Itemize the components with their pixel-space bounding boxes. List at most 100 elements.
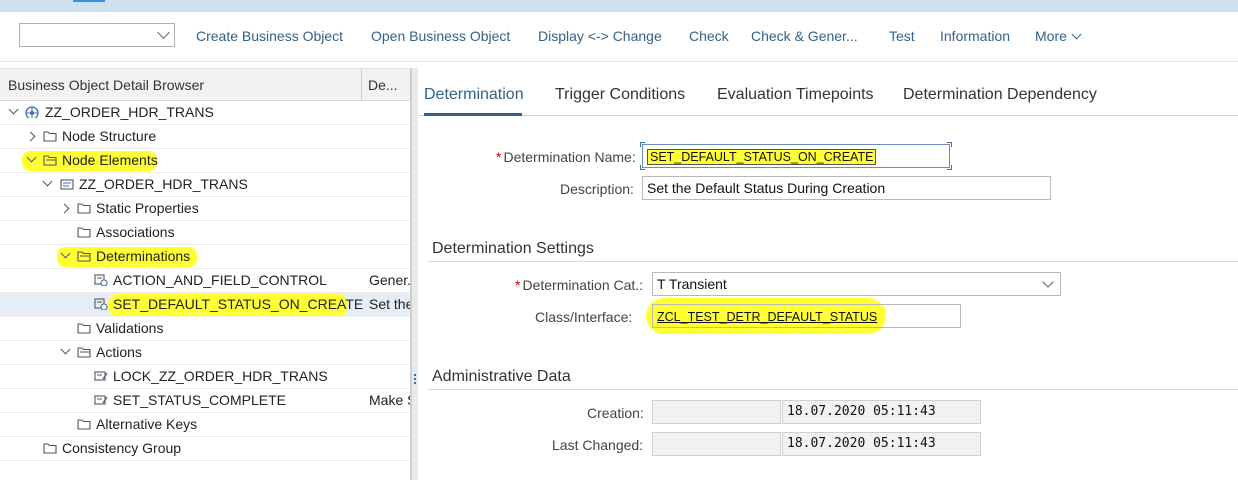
check-button[interactable]: Check [689,28,729,44]
test-button[interactable]: Test [889,28,915,44]
more-button-label: More [1035,28,1067,44]
focus-corner [640,142,645,147]
tree-row-label: SET_DEFAULT_STATUS_ON_CREATE [113,296,363,312]
determination-icon [94,274,108,286]
tree-row-label: Determinations [96,248,191,264]
last-changed-label: Last Changed: [552,437,644,453]
tree-row[interactable]: Node Structure [0,125,410,149]
tree-row-selected[interactable]: SET_DEFAULT_STATUS_ON_CREATE Set the [0,293,410,317]
tree-row-description: Gener... [369,272,411,288]
shell-header-bar [0,0,1238,12]
determination-category-label: * Determination Cat.: [515,277,643,293]
determination-name-label-text: Determination Name: [503,149,636,165]
chevron-down-icon [1042,276,1054,288]
browser-header-description-column[interactable]: De... [368,77,398,93]
tree-row[interactable]: ZZ_ORDER_HDR_TRANS [0,101,410,125]
administrative-data-title: Administrative Data [432,368,571,385]
tree-row[interactable]: ACTION_AND_FIELD_CONTROL Gener... [0,269,411,293]
folder-icon [43,131,57,142]
class-interface-value: ZCL_TEST_DETR_DEFAULT_STATUS [657,310,878,324]
determination-settings-title: Determination Settings [432,240,594,257]
class-interface-field[interactable]: ZCL_TEST_DETR_DEFAULT_STATUS [652,304,961,328]
description-field[interactable]: Set the Default Status During Creation [642,176,1051,200]
tree-row[interactable]: Consistency Group [0,437,410,461]
information-button[interactable]: Information [940,28,1010,44]
tab-evaluation-timepoints[interactable]: Evaluation Timepoints [717,86,874,104]
open-folder-icon [77,251,91,262]
tree-row-label: Validations [96,320,164,336]
column-resize-handle[interactable] [361,69,362,101]
tree-row[interactable]: Actions [0,341,410,365]
tree-row-label: SET_STATUS_COMPLETE [113,392,286,408]
more-button[interactable]: More [1035,28,1082,44]
tree-row-label: Node Structure [62,128,157,144]
changed-date-field: 18.07.2020 05:11:43 [782,432,981,456]
tree-row-label: Consistency Group [62,440,182,456]
tab-determination-dependency[interactable]: Determination Dependency [903,86,1097,104]
tree-row-label: LOCK_ZZ_ORDER_HDR_TRANS [113,368,328,384]
detail-tab-strip: Determination Trigger Conditions Evaluat… [418,68,1238,116]
focus-corner [640,165,645,170]
shell-header-accent [73,0,105,2]
class-interface-label: Class/Interface: [535,309,633,325]
folder-icon [77,203,91,214]
creation-user-field [652,400,781,424]
detail-browser-panel: Business Object Detail Browser De... ZZ_… [0,68,411,480]
action-icon [94,371,108,381]
toolbar-dropdown[interactable] [19,23,175,47]
tree-row[interactable]: SET_STATUS_COMPLETE Make S [0,389,410,413]
required-marker: * [515,277,521,293]
description-label: Description: [560,181,634,197]
application-toolbar: Create Business Object Open Business Obj… [0,12,1238,62]
tree-row-label: ACTION_AND_FIELD_CONTROL [113,272,327,288]
changed-user-field [652,432,781,456]
tree-row-label: ZZ_ORDER_HDR_TRANS [79,176,248,192]
open-business-object-button[interactable]: Open Business Object [371,28,510,44]
tree-row[interactable]: ZZ_ORDER_HDR_TRANS [0,173,410,197]
action-icon [94,395,108,405]
check-generate-button[interactable]: Check & Gener... [751,28,858,44]
tree-row[interactable]: LOCK_ZZ_ORDER_HDR_TRANS [0,365,410,389]
creation-date-field: 18.07.2020 05:11:43 [782,400,981,424]
create-business-object-button[interactable]: Create Business Object [196,28,343,44]
determination-name-value: SET_DEFAULT_STATUS_ON_CREATE [647,149,877,165]
tree-row-label: Associations [96,224,175,240]
tree-row[interactable]: Node Elements [0,149,410,173]
tree-row[interactable]: Associations [0,221,410,245]
determination-category-label-text: Determination Cat.: [522,277,644,293]
tree-row[interactable]: Validations [0,317,410,341]
tab-trigger-conditions[interactable]: Trigger Conditions [555,86,685,104]
determination-icon [94,298,108,310]
expand-icon[interactable] [59,203,70,214]
tree-row-label: Actions [96,344,142,360]
determination-name-label: * Determination Name: [496,149,636,165]
creation-date-value: 18.07.2020 05:11:43 [787,404,936,419]
tree-row-label: Static Properties [96,200,199,216]
folder-icon [77,323,91,334]
tree-row[interactable]: Determinations [0,245,410,269]
panel-splitter[interactable] [411,68,418,480]
collapse-icon[interactable] [60,344,71,355]
collapse-icon[interactable] [8,104,19,115]
chevron-down-icon [157,26,170,39]
chevron-down-icon [1071,29,1082,40]
expand-icon[interactable] [25,131,36,142]
tree-row-label: Alternative Keys [96,416,198,432]
tree-row[interactable]: Static Properties [0,197,410,221]
browser-header: Business Object Detail Browser De... [0,68,410,101]
collapse-icon[interactable] [42,176,53,187]
determination-category-select[interactable]: T Transient [652,272,1061,296]
splitter-grip [414,382,416,384]
tree-row-label: Node Elements [62,152,158,168]
node-icon [60,179,74,190]
display-change-button[interactable]: Display <-> Change [538,28,662,44]
tree-row[interactable]: Alternative Keys [0,413,410,437]
tree-row-description: Make S [369,392,410,408]
description-value: Set the Default Status During Creation [647,180,886,196]
section-divider [428,389,1238,390]
section-divider [428,261,1238,262]
tab-determination[interactable]: Determination [424,86,524,104]
determination-name-field[interactable]: SET_DEFAULT_STATUS_ON_CREATE [642,144,950,168]
splitter-grip [414,374,416,376]
creation-label: Creation: [587,405,644,421]
